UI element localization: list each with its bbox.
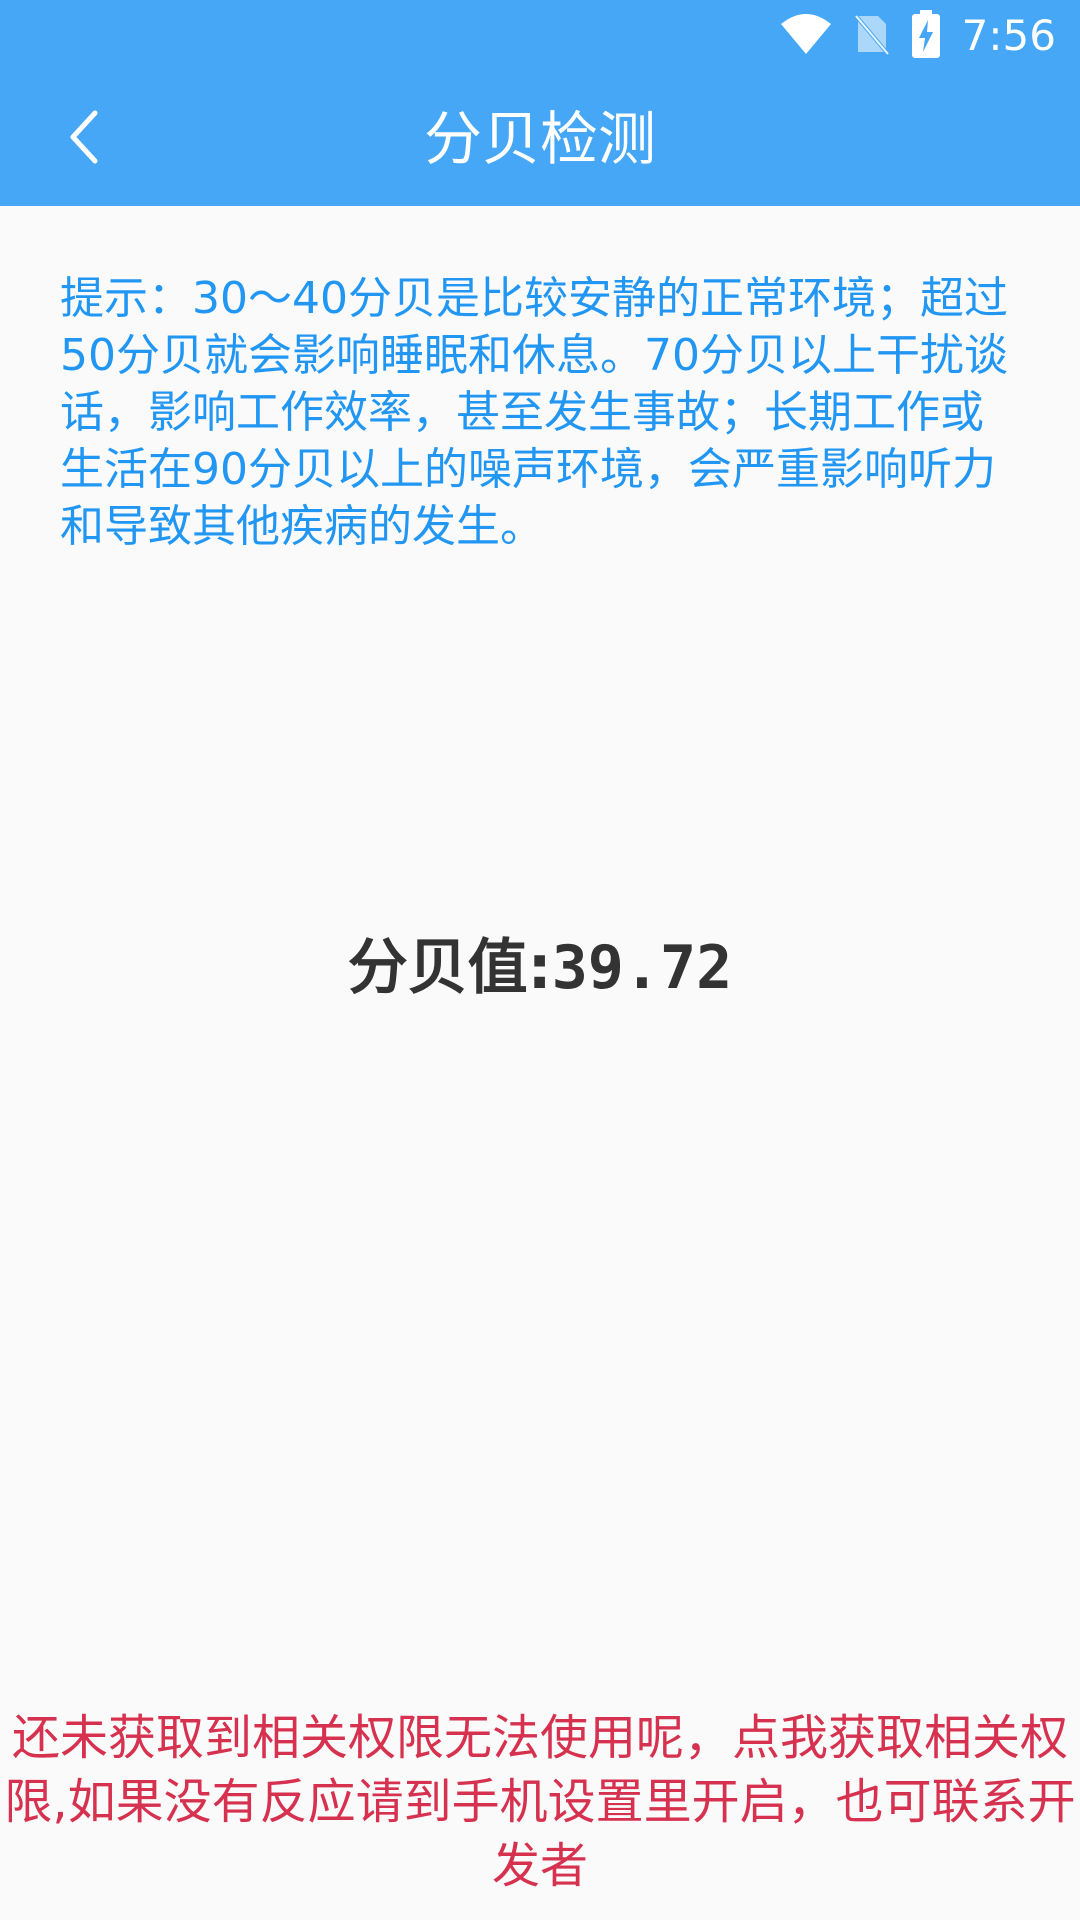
tip-text: 提示：30～40分贝是比较安静的正常环境；超过50分贝就会影响睡眠和休息。70分… [60, 273, 1008, 552]
wifi-icon [780, 12, 832, 60]
decibel-value: 39.72 [551, 933, 733, 1003]
battery-charging-icon [911, 10, 940, 62]
status-time: 7:56 [961, 11, 1056, 60]
decibel-readout: 分贝值:39.72 [0, 928, 1080, 1008]
app-bar: 分贝检测 [0, 72, 1080, 206]
status-bar: 7:56 [0, 0, 1080, 72]
decibel-label: 分贝值: [347, 933, 552, 1003]
page-title: 分贝检测 [423, 105, 656, 173]
no-sim-icon [854, 12, 890, 60]
permission-request-link[interactable]: 还未获取到相关权限无法使用呢，点我获取相关权限,如果没有反应请到手机设置里开启，… [0, 1706, 1080, 1898]
status-icons: 7:56 [780, 8, 1056, 64]
